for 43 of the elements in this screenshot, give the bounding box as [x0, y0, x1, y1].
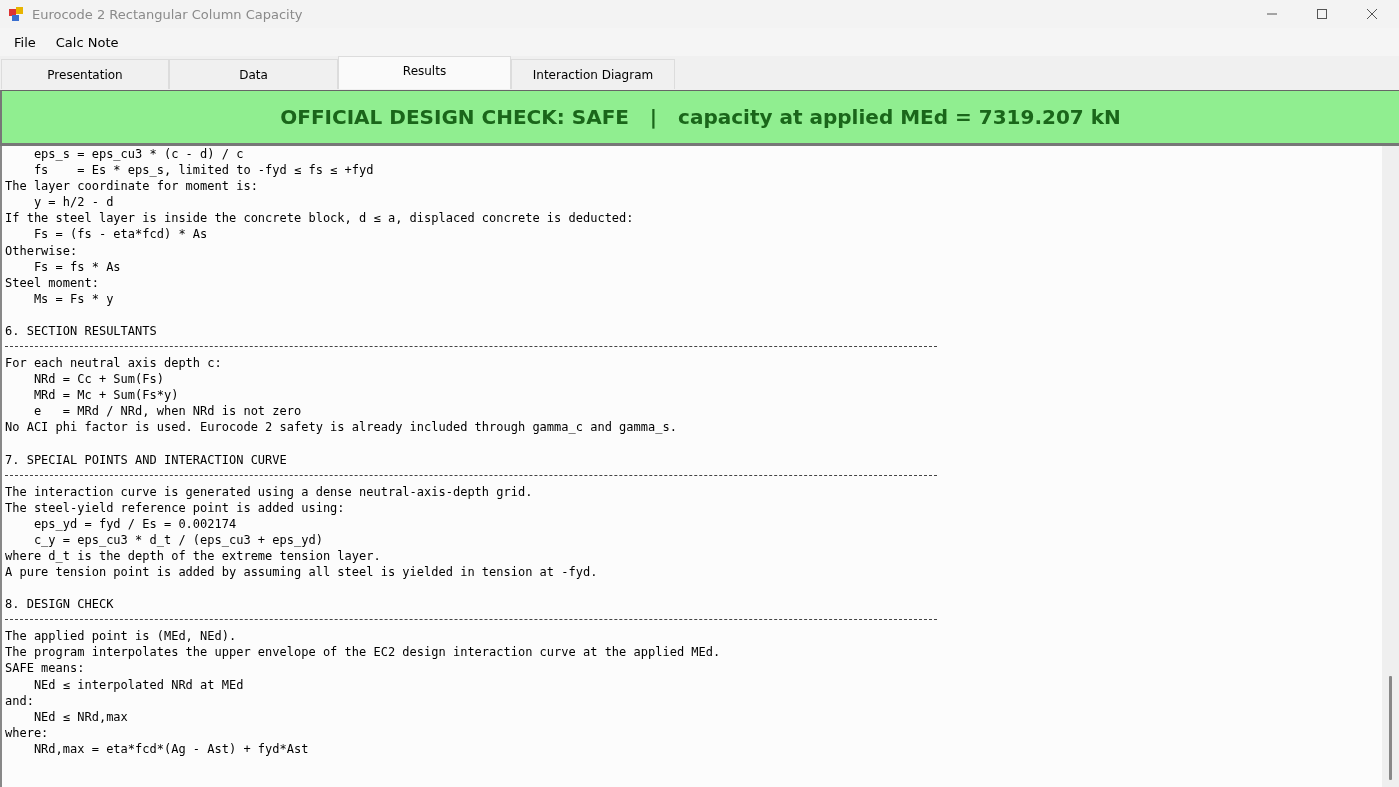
report-line: NEd ≤ interpolated NRd at MEd — [32, 676, 245, 693]
report-line: Steel moment: — [5, 274, 100, 291]
report-line: MRd = Mc + Sum(Fs*y) — [32, 387, 180, 404]
report-line: c_y = eps_cu3 * d_t / (eps_cu3 + eps_yd) — [32, 531, 324, 548]
report-line: NRd,max = eta*fcd*(Ag - Ast) + fyd*Ast — [32, 740, 310, 757]
report-line: Fs = fs * As — [32, 258, 122, 275]
report-line: NEd ≤ NRd,max — [32, 708, 129, 725]
report-line: fs = Es * eps_s, limited to -fyd ≤ fs ≤ +fyd — [32, 162, 375, 179]
tab[interactable]: Data — [169, 59, 338, 89]
tab[interactable]: Interaction Diagram — [511, 59, 675, 89]
report-line: y = h/2 - d — [32, 194, 115, 211]
app-icon — [8, 6, 24, 22]
menu-item[interactable]: Calc Note — [45, 30, 129, 54]
report-line: eps_yd = fyd / Es = 0.002174 — [32, 515, 238, 532]
report-line: For each neutral axis depth c: — [5, 355, 223, 372]
report-line: No ACI phi factor is used. Eurocode 2 safety is already included through gamma_c and gamma_s. — [5, 419, 678, 436]
section-heading: 8. DESIGN CHECK — [5, 596, 115, 613]
report-line: NRd = Cc + Sum(Fs) — [32, 371, 165, 388]
report-line: A pure tension point is added by assuming all steel is yielded in tension at -fyd. — [5, 564, 599, 581]
report-line: The steel-yield reference point is added using: — [5, 499, 346, 516]
window-title: Eurocode 2 Rectangular Column Capacity — [32, 6, 304, 22]
report-line: The interaction curve is generated using a dense neutral-axis-depth grid. — [5, 483, 534, 500]
report-line: If the steel layer is inside the concrete block, d ≤ a, displaced concrete is deducted: — [5, 210, 635, 227]
report-line: Ms = Fs * y — [32, 290, 115, 307]
menu-item[interactable]: File — [4, 30, 46, 54]
tab[interactable]: Results — [338, 56, 511, 89]
report-line: where d_t is the depth of the extreme tension layer. — [5, 547, 382, 565]
report-line: The applied point is (MEd, NEd). — [5, 628, 238, 645]
report-line: eps_s = eps_cu3 * (c - d) / c — [32, 146, 245, 163]
report-line: The program interpolates the upper envelope of the EC2 design interaction curve at the applied MEd. — [5, 644, 722, 661]
report-line: SAFE means: — [5, 660, 86, 677]
design-check-result: OFFICIAL DESIGN CHECK: SAFE | capacity at applied MEd = 7319.207 kN — [280, 105, 1121, 129]
report-line: The layer coordinate for moment is: — [5, 178, 259, 195]
report-line: Otherwise: — [5, 242, 79, 259]
section-heading: 7. SPECIAL POINTS AND INTERACTION CURVE — [5, 451, 288, 468]
report-line: and: — [5, 692, 35, 709]
report-line: e = MRd / NRd, when NRd is not zero — [32, 403, 303, 420]
scrollbar[interactable] — [1382, 146, 1399, 787]
scrollbar-thumb[interactable] — [1389, 676, 1392, 780]
report-line: where: — [5, 724, 50, 741]
report-line: Fs = (fs - eta*fcd) * As — [32, 226, 209, 243]
tab[interactable]: Presentation — [1, 59, 169, 89]
section-heading: 6. SECTION RESULTANTS — [5, 322, 158, 340]
